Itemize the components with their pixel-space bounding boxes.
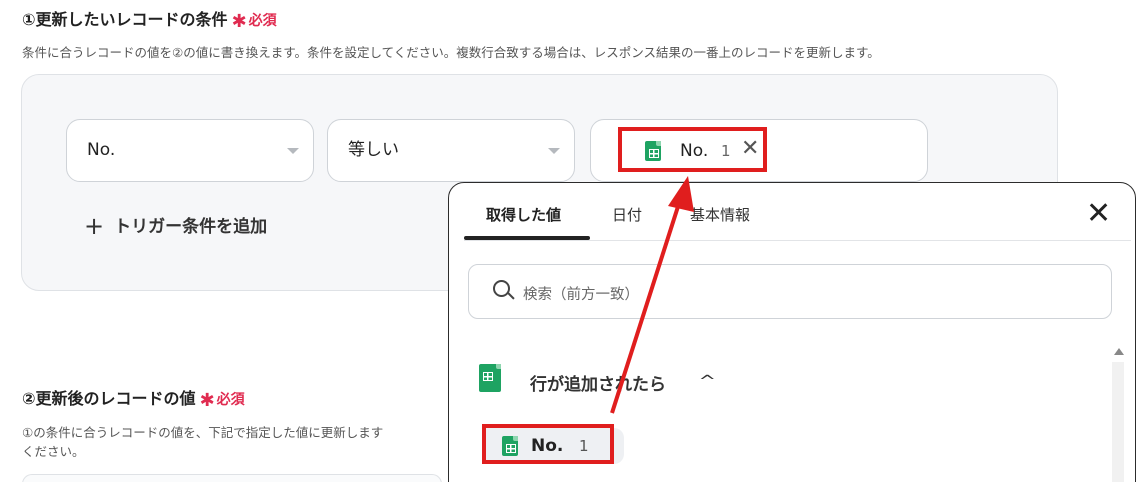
required-badge: ✱ 必須	[231, 11, 277, 32]
chip-number: 1	[721, 142, 731, 160]
section2-title: ②更新後のレコードの値 ✱ 必須	[22, 385, 245, 411]
sheets-icon	[479, 364, 501, 392]
section1-title: ①更新したいレコードの条件 ✱ 必須	[22, 6, 277, 32]
add-trigger-label: トリガー条件を追加	[114, 217, 268, 237]
tab-date[interactable]: 日付	[612, 204, 642, 225]
plus-icon: +	[84, 212, 105, 240]
value-chip[interactable]: No. 1 ✕	[618, 127, 767, 172]
group-header-label[interactable]: 行が追加されたら	[530, 370, 666, 395]
section1-description: 条件に合うレコードの値を②の値に書き換えます。条件を設定してください。複数行合致…	[22, 45, 880, 60]
chevron-up-icon[interactable]: ^	[698, 372, 716, 390]
sheets-icon	[502, 436, 518, 456]
field-select[interactable]: No.	[66, 119, 314, 182]
section2-description-line2: ください。	[22, 444, 85, 459]
required-badge: ✱ 必須	[199, 390, 245, 411]
tab-acquired-values[interactable]: 取得した値	[486, 204, 561, 225]
search-input[interactable]: 検索（前方一致）	[468, 264, 1112, 319]
list-item-value: 1	[579, 437, 589, 455]
scroll-up-arrow-icon[interactable]	[1114, 348, 1124, 355]
scrollbar-track[interactable]	[1112, 362, 1124, 482]
field-select-value: No.	[87, 140, 116, 160]
tabs-divider	[464, 240, 1131, 241]
sheets-icon	[645, 141, 661, 161]
list-item-background	[614, 428, 624, 464]
operator-select[interactable]: 等しい	[327, 119, 575, 182]
remove-chip-close-icon[interactable]: ✕	[741, 137, 759, 161]
update-value-field[interactable]	[22, 474, 442, 482]
operator-select-value: 等しい	[348, 140, 399, 160]
required-asterisk-icon: ✱	[199, 390, 215, 411]
search-icon	[493, 280, 510, 297]
close-icon[interactable]: ✕	[1086, 196, 1111, 232]
list-item-no[interactable]: No. 1	[482, 424, 614, 464]
section2-description-line1: ①の条件に合うレコードの値を、下記で指定した値に更新します	[22, 425, 384, 440]
chip-label: No.	[680, 141, 709, 161]
chevron-down-icon	[287, 148, 299, 154]
section1-title-text: ①更新したいレコードの条件	[22, 10, 228, 29]
list-item-label: No.	[531, 436, 564, 456]
search-placeholder: 検索（前方一致）	[523, 287, 639, 303]
section2-title-text: ②更新後のレコードの値	[22, 389, 196, 408]
add-trigger-condition-button[interactable]: + トリガー条件を追加	[84, 212, 267, 240]
tab-basic-info[interactable]: 基本情報	[690, 204, 750, 225]
chevron-down-icon	[548, 148, 560, 154]
required-asterisk-icon: ✱	[231, 11, 247, 32]
